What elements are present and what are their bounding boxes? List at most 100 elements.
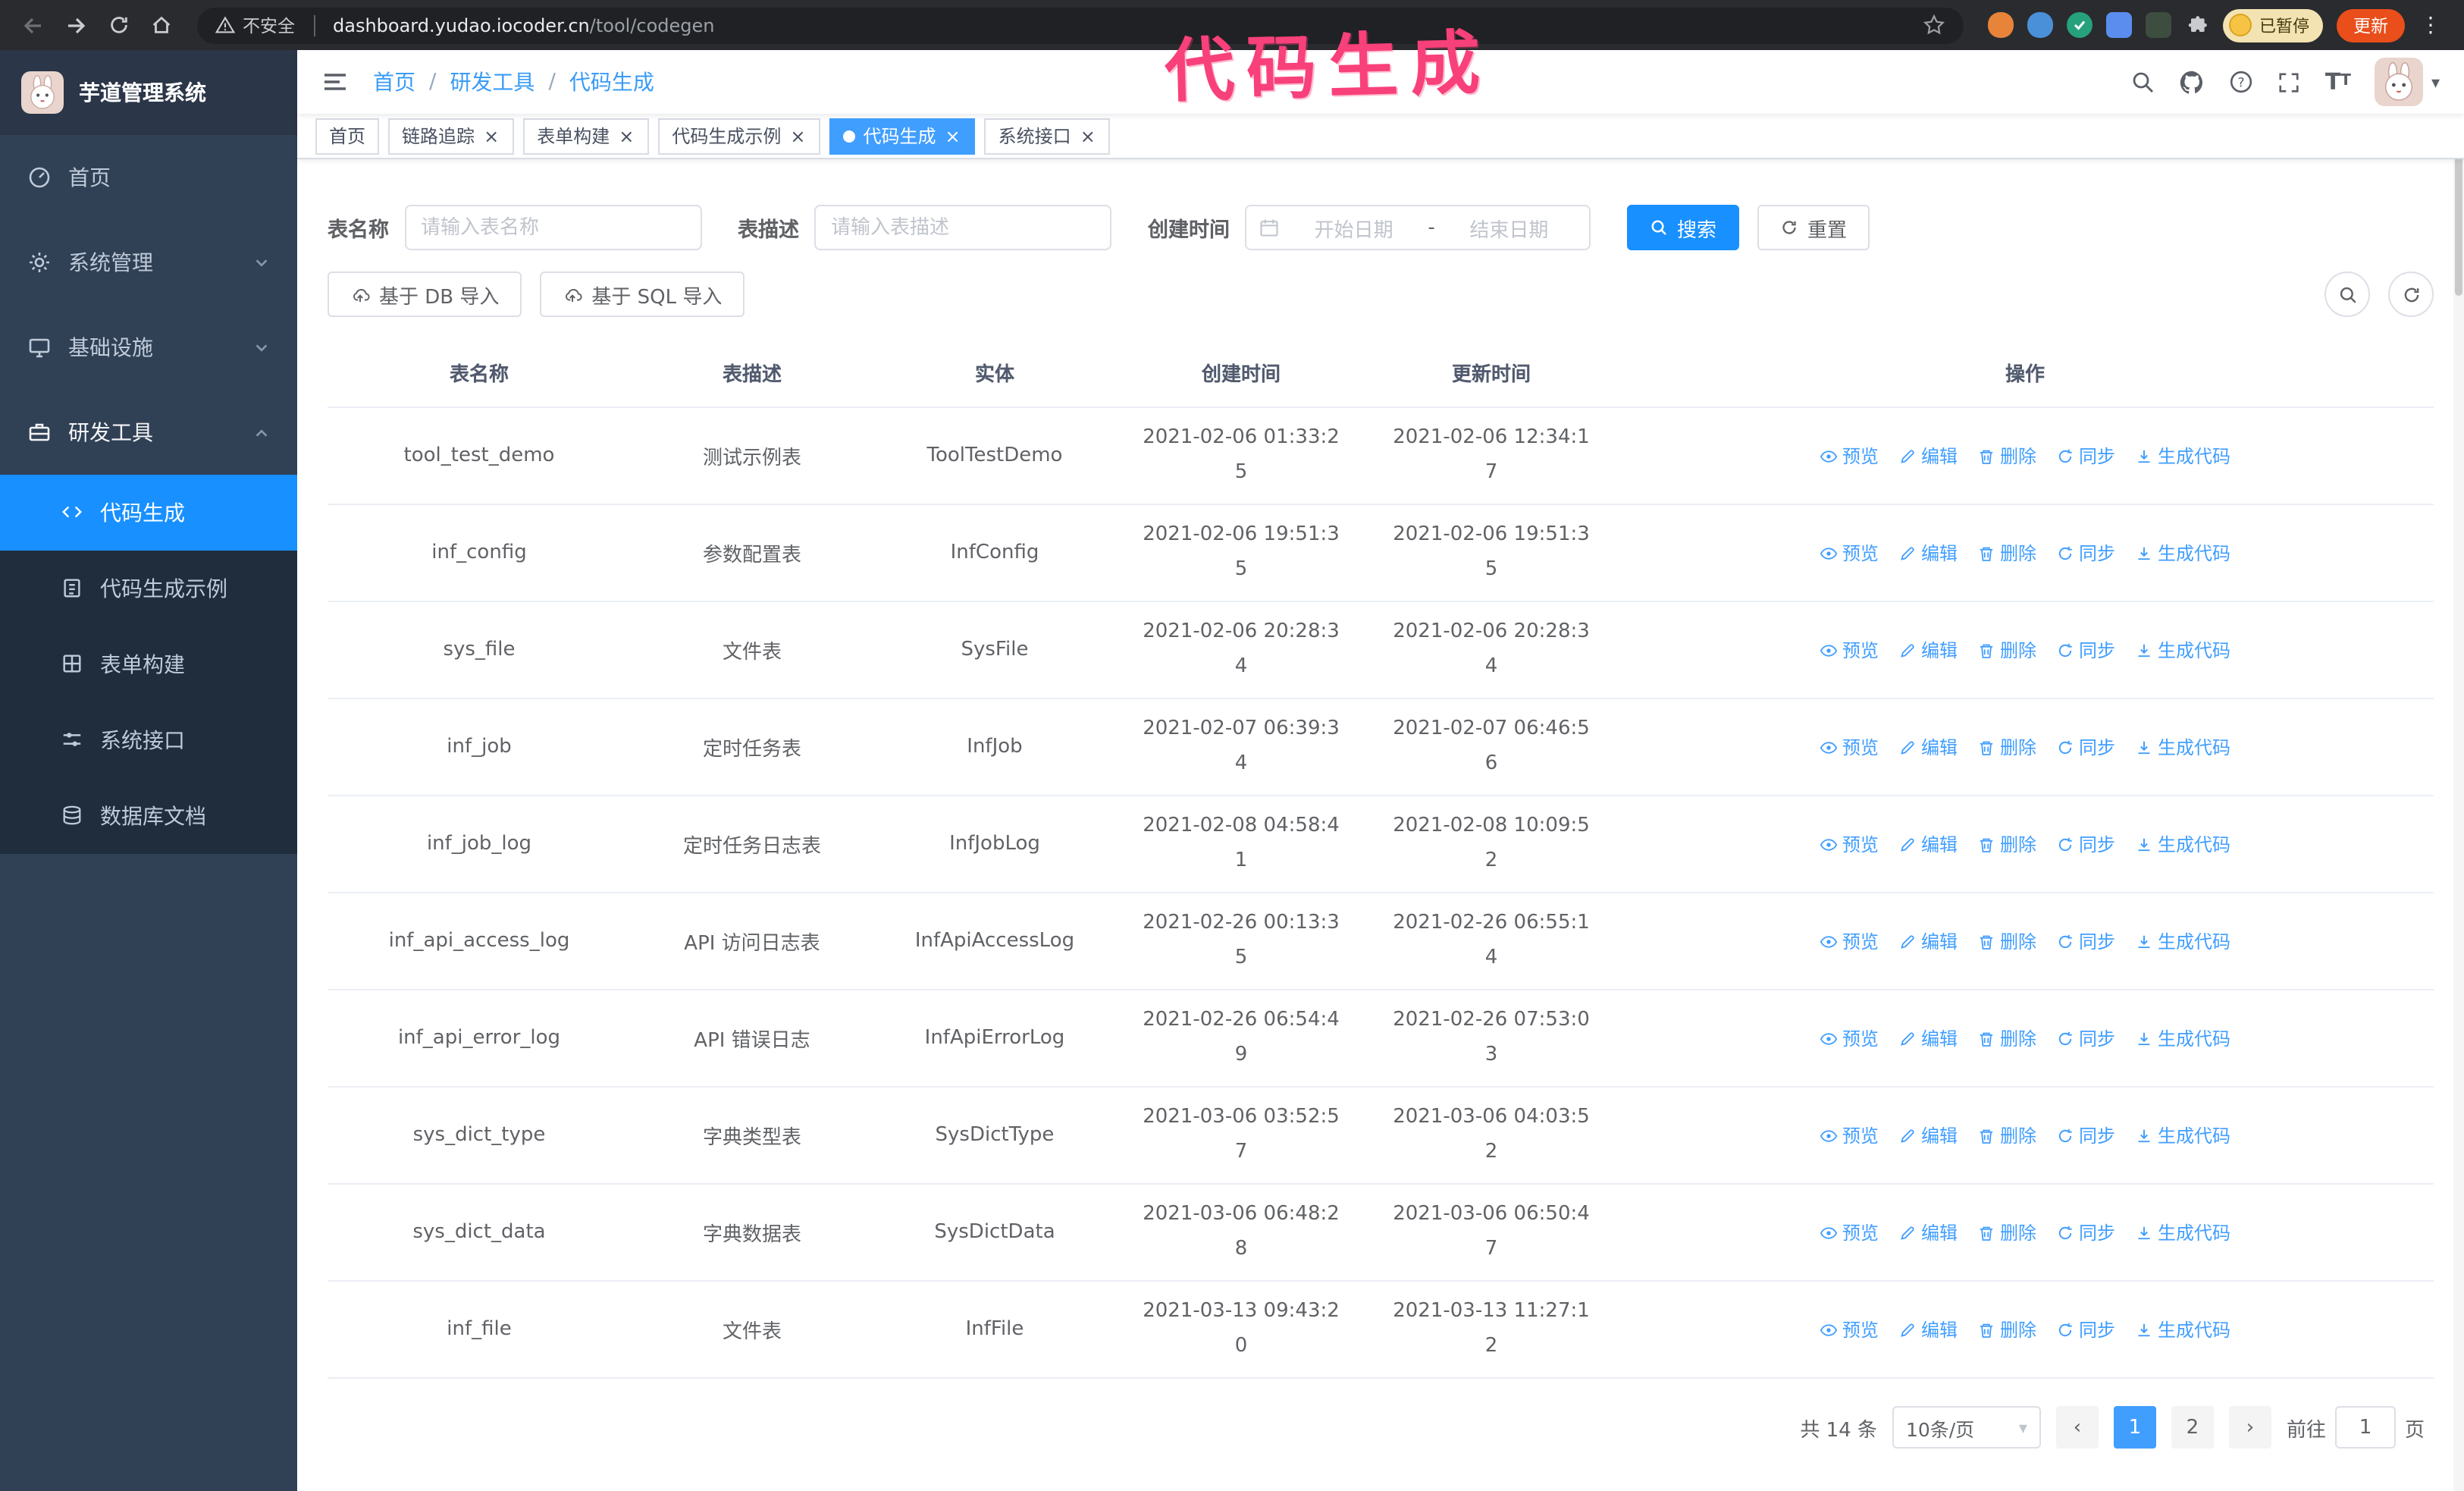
generate-code-link[interactable]: 生成代码: [2135, 637, 2230, 663]
delete-link[interactable]: 删除: [1977, 1317, 2036, 1342]
import-sql-button[interactable]: 基于 SQL 导入: [540, 272, 745, 317]
delete-link[interactable]: 删除: [1977, 831, 2036, 857]
sidebar-item-codegen[interactable]: 代码生成: [0, 475, 297, 551]
preview-link[interactable]: 预览: [1820, 1122, 1879, 1148]
page-button-2[interactable]: 2: [2171, 1406, 2214, 1449]
extension-icon-4[interactable]: [2106, 12, 2132, 38]
goto-page-input[interactable]: [2334, 1406, 2396, 1449]
delete-link[interactable]: 删除: [1977, 637, 2036, 663]
address-bar[interactable]: 不安全 dashboard.yudao.iocoder.cn/tool/code…: [197, 7, 1964, 43]
sidebar-item-db-docs[interactable]: 数据库文档: [0, 778, 297, 854]
sync-link[interactable]: 同步: [2056, 928, 2115, 954]
tab[interactable]: 系统接口 ×: [984, 118, 1111, 154]
generate-code-link[interactable]: 生成代码: [2135, 1219, 2230, 1245]
sync-link[interactable]: 同步: [2056, 1122, 2115, 1148]
preview-link[interactable]: 预览: [1820, 1317, 1879, 1342]
table-name-input[interactable]: [404, 205, 701, 250]
generate-code-link[interactable]: 生成代码: [2135, 1122, 2230, 1148]
extensions-puzzle-icon[interactable]: [2185, 13, 2209, 37]
reset-button[interactable]: 重置: [1757, 205, 1870, 250]
sidebar-item-home[interactable]: 首页: [0, 135, 297, 220]
delete-link[interactable]: 删除: [1977, 1122, 2036, 1148]
tab-close-icon[interactable]: ×: [617, 125, 635, 146]
profile-paused-chip[interactable]: 已暂停: [2223, 8, 2323, 42]
generate-code-link[interactable]: 生成代码: [2135, 1317, 2230, 1342]
fullscreen-icon[interactable]: [2278, 71, 2301, 93]
sidebar-item-form-builder[interactable]: 表单构建: [0, 626, 297, 702]
tab[interactable]: 首页: [315, 118, 380, 154]
preview-link[interactable]: 预览: [1820, 831, 1879, 857]
import-db-button[interactable]: 基于 DB 导入: [328, 272, 522, 317]
search-button[interactable]: 搜索: [1627, 205, 1740, 250]
preview-link[interactable]: 预览: [1820, 928, 1879, 954]
generate-code-link[interactable]: 生成代码: [2135, 928, 2230, 954]
tab-close-icon[interactable]: ×: [788, 125, 807, 146]
sidebar-item-codegen-example[interactable]: 代码生成示例: [0, 551, 297, 626]
date-range-picker[interactable]: 开始日期 - 结束日期: [1245, 205, 1591, 250]
logo[interactable]: 芋道管理系统: [0, 50, 297, 135]
tab-close-icon[interactable]: ×: [1079, 125, 1097, 146]
delete-link[interactable]: 删除: [1977, 928, 2036, 954]
generate-code-link[interactable]: 生成代码: [2135, 734, 2230, 760]
bookmark-star-icon[interactable]: [1923, 14, 1945, 36]
generate-code-link[interactable]: 生成代码: [2135, 540, 2230, 566]
tab[interactable]: 代码生成 ×: [829, 118, 976, 154]
preview-link[interactable]: 预览: [1820, 637, 1879, 663]
page-button-1[interactable]: 1: [2113, 1406, 2156, 1449]
preview-link[interactable]: 预览: [1820, 734, 1879, 760]
preview-link[interactable]: 预览: [1820, 443, 1879, 469]
security-status[interactable]: 不安全: [215, 13, 295, 37]
edit-link[interactable]: 编辑: [1898, 637, 1958, 663]
edit-link[interactable]: 编辑: [1898, 831, 1958, 857]
sync-link[interactable]: 同步: [2056, 1025, 2115, 1051]
sync-link[interactable]: 同步: [2056, 734, 2115, 760]
sync-link[interactable]: 同步: [2056, 831, 2115, 857]
edit-link[interactable]: 编辑: [1898, 1122, 1958, 1148]
tab-close-icon[interactable]: ×: [944, 125, 962, 146]
user-menu[interactable]: ▾: [2375, 58, 2440, 106]
edit-link[interactable]: 编辑: [1898, 1025, 1958, 1051]
sidebar-item-system-api[interactable]: 系统接口: [0, 702, 297, 778]
help-icon[interactable]: ?: [2230, 70, 2254, 94]
generate-code-link[interactable]: 生成代码: [2135, 1025, 2230, 1051]
extension-icon-3[interactable]: [2067, 12, 2093, 38]
preview-link[interactable]: 预览: [1820, 1025, 1879, 1051]
extension-icon-2[interactable]: [2027, 12, 2053, 38]
sidebar-item-devtools[interactable]: 研发工具: [0, 390, 297, 475]
preview-link[interactable]: 预览: [1820, 540, 1879, 566]
sync-link[interactable]: 同步: [2056, 1317, 2115, 1342]
extension-icon-1[interactable]: [1988, 12, 2014, 38]
font-size-icon[interactable]: TT: [2325, 70, 2351, 93]
update-button[interactable]: 更新: [2337, 8, 2405, 42]
edit-link[interactable]: 编辑: [1898, 540, 1958, 566]
sidebar-item-infra[interactable]: 基础设施: [0, 305, 297, 390]
edit-link[interactable]: 编辑: [1898, 928, 1958, 954]
toggle-search-button[interactable]: [2324, 272, 2370, 317]
tab-close-icon[interactable]: ×: [482, 125, 500, 146]
home-icon[interactable]: [143, 7, 179, 43]
delete-link[interactable]: 删除: [1977, 1025, 2036, 1051]
sync-link[interactable]: 同步: [2056, 637, 2115, 663]
edit-link[interactable]: 编辑: [1898, 1317, 1958, 1342]
breadcrumb-item[interactable]: 研发工具: [450, 67, 534, 97]
sync-link[interactable]: 同步: [2056, 1219, 2115, 1245]
extension-icon-5[interactable]: [2146, 12, 2171, 38]
prev-page-button[interactable]: ‹: [2055, 1406, 2099, 1449]
hamburger-icon[interactable]: [321, 68, 349, 96]
delete-link[interactable]: 删除: [1977, 540, 2036, 566]
delete-link[interactable]: 删除: [1977, 1219, 2036, 1245]
edit-link[interactable]: 编辑: [1898, 443, 1958, 469]
reload-icon[interactable]: [100, 7, 136, 43]
delete-link[interactable]: 删除: [1977, 734, 2036, 760]
edit-link[interactable]: 编辑: [1898, 734, 1958, 760]
table-desc-input[interactable]: [814, 205, 1111, 250]
tab[interactable]: 代码生成示例 ×: [658, 118, 821, 154]
refresh-table-button[interactable]: [2388, 272, 2434, 317]
breadcrumb-item[interactable]: 首页: [373, 67, 415, 97]
generate-code-link[interactable]: 生成代码: [2135, 831, 2230, 857]
page-size-select[interactable]: 10条/页 ▾: [1892, 1406, 2041, 1449]
browser-menu-icon[interactable]: ⋮: [2419, 13, 2443, 37]
sync-link[interactable]: 同步: [2056, 443, 2115, 469]
edit-link[interactable]: 编辑: [1898, 1219, 1958, 1245]
delete-link[interactable]: 删除: [1977, 443, 2036, 469]
